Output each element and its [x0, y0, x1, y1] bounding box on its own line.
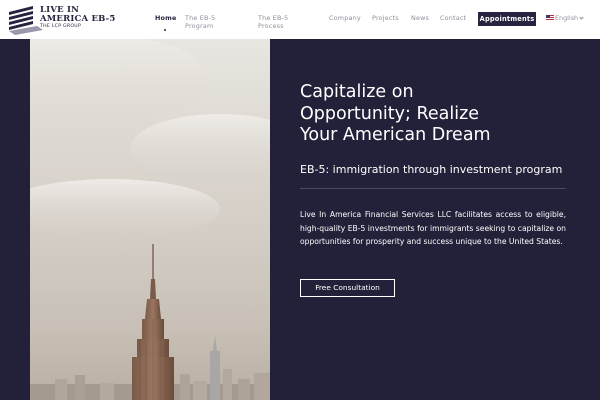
nav-news[interactable]: News — [411, 14, 429, 23]
nav-active-indicator — [164, 29, 166, 31]
language-label: English — [555, 14, 579, 22]
brand-line-2: AMERICA EB-5 — [40, 14, 116, 24]
hero-headline: Capitalize on Opportunity; Realize Your … — [300, 82, 570, 147]
hero-image-empire-state-building — [30, 39, 270, 400]
brand-logo[interactable]: LIVE IN AMERICA EB-5 THE LCP GROUP — [7, 4, 115, 36]
hero-divider — [300, 188, 566, 189]
brand-logo-mark-icon — [9, 6, 43, 35]
hero-subheading: EB-5: immigration through investment pro… — [300, 163, 563, 176]
language-selector[interactable]: English — [546, 14, 584, 23]
appointments-button[interactable]: Appointments — [478, 12, 536, 26]
nav-eb5-program-line-2: Program — [185, 21, 214, 30]
chevron-down-icon — [579, 15, 584, 20]
hero-headline-line-3: Your American Dream — [300, 125, 491, 145]
nav-eb5-program[interactable]: The EB-5 Program — [185, 14, 215, 30]
nav-eb5-process-line-2: Process — [258, 21, 284, 30]
nav-home[interactable]: Home — [155, 14, 177, 23]
hero-description: Live In America Financial Services LLC f… — [300, 210, 566, 246]
brand-wordmark: LIVE IN AMERICA EB-5 THE LCP GROUP — [40, 6, 116, 30]
us-flag-icon — [546, 15, 554, 20]
nav-company[interactable]: Company — [329, 14, 361, 23]
nav-eb5-process[interactable]: The EB-5 Process — [258, 14, 288, 30]
skyline-illustration — [30, 39, 270, 400]
hero-headline-line-1: Capitalize on — [300, 82, 414, 102]
nav-contact[interactable]: Contact — [440, 14, 466, 23]
site-header: LIVE IN AMERICA EB-5 THE LCP GROUP Home … — [0, 0, 600, 39]
brand-tagline: THE LCP GROUP — [40, 24, 82, 29]
hero-headline-line-2: Opportunity; Realize — [300, 103, 480, 124]
nav-projects[interactable]: Projects — [372, 14, 399, 23]
free-consultation-button[interactable]: Free Consultation — [300, 279, 395, 297]
